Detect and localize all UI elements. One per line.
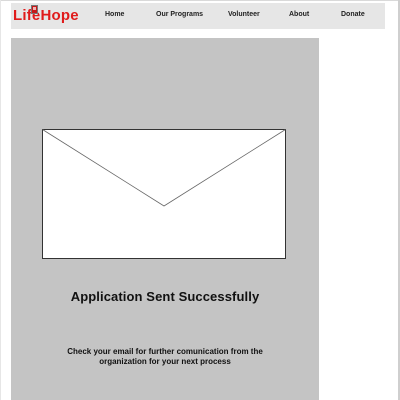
nav-link-about[interactable]: About	[289, 11, 309, 18]
nav-link-donate[interactable]: Donate	[341, 11, 365, 18]
success-title: Application Sent Successfully	[70, 289, 260, 304]
confirmation-panel: Application Sent Successfully Check your…	[11, 38, 319, 400]
window-top-border	[0, 0, 400, 1]
nav-link-home[interactable]: Home	[105, 11, 124, 18]
envelope-icon	[42, 129, 286, 259]
logo-mark-icon	[31, 5, 38, 14]
logo-text: LifeHope	[13, 7, 79, 24]
nav-link-volunteer[interactable]: Volunteer	[228, 11, 260, 18]
success-message: Check your email for further comunicatio…	[67, 347, 263, 366]
window-left-border	[0, 0, 1, 400]
site-logo[interactable]: LifeHope	[13, 7, 79, 25]
navbar: LifeHope Home Our Programs Volunteer Abo…	[11, 3, 385, 29]
nav-link-our-programs[interactable]: Our Programs	[156, 11, 203, 18]
